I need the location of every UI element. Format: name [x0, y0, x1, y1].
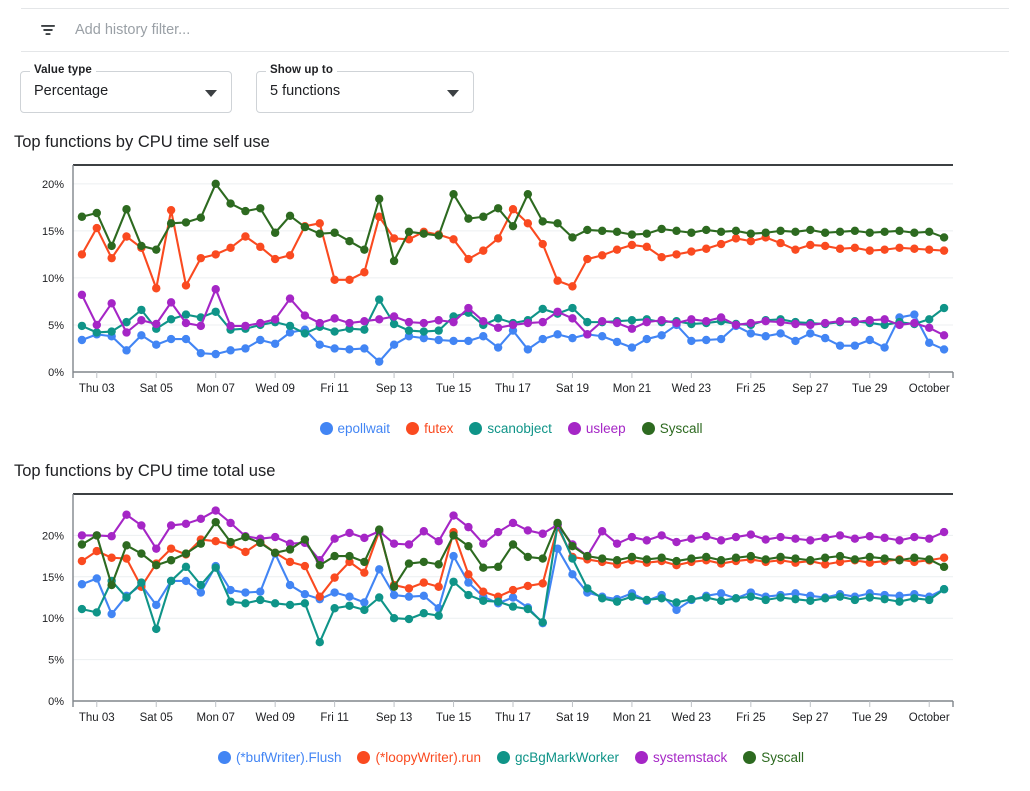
legend-item-label: scanobject [487, 421, 552, 436]
legend-color-dot [635, 751, 648, 764]
x-axis-tick-label: Fri 11 [320, 383, 349, 395]
history-filter-bar [21, 8, 1009, 52]
legend-color-dot [497, 751, 510, 764]
y-axis-tick-label: 10% [42, 613, 64, 625]
y-axis-tick-label: 0% [48, 367, 64, 379]
x-axis-tick-label: Thu 03 [79, 712, 115, 724]
x-axis-tick-label: Sep 27 [792, 712, 828, 724]
y-axis-tick-label: 15% [42, 572, 64, 584]
y-axis-tick-label: 5% [48, 655, 64, 667]
x-axis-tick-label: Sat 05 [140, 383, 173, 395]
legend-item-usleep[interactable]: usleep [568, 421, 626, 436]
x-axis-tick-label: Wed 09 [255, 383, 294, 395]
x-axis-tick-label: Mon 21 [613, 383, 651, 395]
y-axis-tick-label: 15% [42, 226, 64, 238]
legend-item-Syscall[interactable]: Syscall [642, 421, 703, 436]
x-axis-tick-label: Wed 23 [672, 712, 711, 724]
show-up-to-value: 5 functions [270, 83, 340, 99]
legend-item-Syscall[interactable]: Syscall [743, 750, 804, 765]
controls-row: Value type Percentage Show up to 5 funct… [20, 71, 474, 113]
x-axis-tick-label: October [909, 712, 950, 724]
plot-area-total-use: 0% 5% 10% 15% 20% Thu 03 Sat 05 Mon 07 Wed 09 Fri… [0, 488, 1030, 746]
legend-color-dot [320, 422, 333, 435]
y-axis-tick-label: 0% [48, 696, 64, 708]
series-epollwait[interactable] [78, 310, 949, 365]
legend-color-dot [469, 422, 482, 435]
y-axis-tick-label: 20% [42, 179, 64, 191]
legend-color-dot [568, 422, 581, 435]
legend-item-(*bufWriter).Flush[interactable]: (*bufWriter).Flush [218, 750, 342, 765]
chart-legend: (*bufWriter).Flush (*loopyWriter).run gcBg… [0, 750, 1030, 765]
legend-item-label: futex [424, 421, 453, 436]
legend-item-label: gcBgMarkWorker [515, 750, 619, 765]
x-axis-tick-label: Sat 05 [140, 712, 173, 724]
x-axis-tick-label: Thu 17 [495, 712, 531, 724]
show-up-to-label: Show up to [266, 64, 337, 76]
x-axis-tick-label: Sat 19 [556, 712, 589, 724]
x-axis-tick-label: Sep 13 [376, 383, 412, 395]
x-axis-tick-label: Mon 21 [613, 712, 651, 724]
x-axis-tick-label: Fri 25 [736, 383, 765, 395]
legend-item-label: epollwait [338, 421, 391, 436]
legend-item-label: Syscall [761, 750, 804, 765]
legend-item-label: (*bufWriter).Flush [236, 750, 342, 765]
history-filter-input[interactable] [73, 21, 1009, 39]
page-title: Top functions by CPU time total use [14, 462, 275, 481]
x-axis-tick-label: Sep 13 [376, 712, 412, 724]
filter-icon[interactable] [35, 17, 61, 43]
x-axis-tick-label: Mon 07 [197, 383, 235, 395]
legend-item-label: (*loopyWriter).run [375, 750, 481, 765]
profiler-page: Value type Percentage Show up to 5 funct… [0, 0, 1030, 791]
x-axis-tick-label: Tue 15 [436, 383, 471, 395]
x-axis-tick-label: Mon 07 [197, 712, 235, 724]
legend-item-label: usleep [586, 421, 626, 436]
legend-color-dot [642, 422, 655, 435]
x-axis-tick-label: Tue 15 [436, 712, 471, 724]
legend-item-scanobject[interactable]: scanobject [469, 421, 552, 436]
legend-item-epollwait[interactable]: epollwait [320, 421, 391, 436]
x-axis-tick-label: Wed 23 [672, 383, 711, 395]
series-futex[interactable] [78, 205, 949, 292]
show-up-to-select[interactable]: Show up to 5 functions [256, 71, 474, 113]
x-axis-tick-label: Thu 17 [495, 383, 531, 395]
legend-item-gcBgMarkWorker[interactable]: gcBgMarkWorker [497, 750, 619, 765]
legend-item-(*loopyWriter).run[interactable]: (*loopyWriter).run [357, 750, 481, 765]
series-Syscall[interactable] [78, 180, 949, 266]
x-axis-tick-label: Fri 25 [736, 712, 765, 724]
x-axis-tick-label: Wed 09 [255, 712, 294, 724]
legend-item-systemstack[interactable]: systemstack [635, 750, 727, 765]
x-axis-tick-label: October [909, 383, 950, 395]
x-axis-tick-label: Tue 29 [852, 383, 887, 395]
x-axis-tick-label: Tue 29 [852, 712, 887, 724]
line-chart-svg[interactable]: 0% 5% 10% 15% 20% Thu 03 Sat 05 Mon 07 Wed 09 Fri… [0, 159, 1030, 417]
y-axis-tick-label: 20% [42, 530, 64, 542]
x-axis-tick-label: Thu 03 [79, 383, 115, 395]
value-type-select[interactable]: Value type Percentage [20, 71, 232, 113]
legend-item-futex[interactable]: futex [406, 421, 453, 436]
line-chart-svg[interactable]: 0% 5% 10% 15% 20% Thu 03 Sat 05 Mon 07 Wed 09 Fri… [0, 488, 1030, 746]
legend-color-dot [218, 751, 231, 764]
y-axis-tick-label: 10% [42, 273, 64, 285]
legend-item-label: Syscall [660, 421, 703, 436]
page-title: Top functions by CPU time self use [14, 133, 270, 152]
legend-color-dot [743, 751, 756, 764]
x-axis-tick-label: Fri 11 [320, 712, 349, 724]
x-axis-tick-label: Sep 27 [792, 383, 828, 395]
chart-legend: epollwait futex scanobject usleep Syscall [0, 421, 1030, 436]
chevron-down-icon[interactable] [447, 90, 459, 97]
legend-color-dot [357, 751, 370, 764]
value-type-label: Value type [30, 64, 96, 76]
plot-area-self-use: 0% 5% 10% 15% 20% Thu 03 Sat 05 Mon 07 Wed 09 Fri… [0, 159, 1030, 417]
chevron-down-icon[interactable] [205, 90, 217, 97]
legend-color-dot [406, 422, 419, 435]
legend-item-label: systemstack [653, 750, 727, 765]
x-axis-tick-label: Sat 19 [556, 383, 589, 395]
value-type-value: Percentage [34, 83, 108, 99]
y-axis-tick-label: 5% [48, 320, 64, 332]
